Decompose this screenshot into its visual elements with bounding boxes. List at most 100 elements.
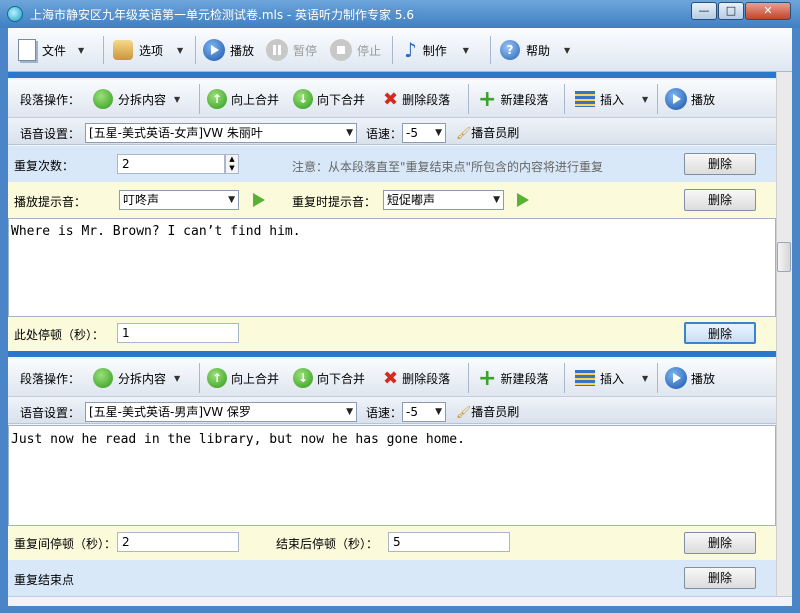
insert-label: 插入	[600, 371, 625, 386]
play-icon	[665, 88, 687, 110]
delete-button[interactable]: 删除	[684, 567, 756, 589]
pause-icon	[266, 39, 288, 61]
separator	[657, 84, 658, 114]
repeat-count-input[interactable]: 2	[117, 154, 225, 174]
chevron-down-icon: ▼	[493, 195, 500, 205]
minimize-button[interactable]: —	[691, 2, 717, 20]
delete-button[interactable]: 删除	[684, 189, 756, 211]
separator	[564, 363, 565, 393]
app-icon	[7, 6, 23, 22]
repeat-end-label: 重复结束点	[14, 573, 75, 587]
split-content-button[interactable]: 分拆内容 ▼	[93, 88, 180, 110]
insert-icon	[575, 91, 595, 107]
delete-x-icon: ✖	[383, 88, 399, 110]
menu-options-label: 选项	[139, 43, 164, 58]
speed-select-value: -5	[406, 405, 418, 419]
brush-icon: 🖌	[456, 126, 472, 140]
plus-icon: +	[478, 86, 497, 112]
delete-button[interactable]: 删除	[684, 153, 756, 175]
separator	[490, 36, 491, 64]
para-play-button[interactable]: 播放	[665, 367, 715, 389]
insert-button[interactable]: 插入 ▼	[575, 367, 648, 389]
merge-down-label: 向下合并	[317, 371, 366, 386]
merge-up-label: 向上合并	[231, 371, 280, 386]
repeat-count-spinner[interactable]: ▲ ▼	[225, 154, 239, 174]
pause-input[interactable]: 1	[117, 323, 239, 343]
merge-down-button[interactable]: ↓ 向下合并	[293, 88, 365, 110]
merge-up-label: 向上合并	[231, 92, 280, 107]
window-title: 上海市静安区九年级英语第一单元检测试卷.mls - 英语听力制作专家 5.6	[30, 8, 414, 22]
scrollbar-thumb[interactable]	[777, 242, 791, 272]
delete-button[interactable]: 删除	[684, 322, 756, 344]
stop-button[interactable]: 停止	[330, 36, 381, 64]
repeat-tone-select[interactable]: 短促嘟声 ▼	[383, 190, 504, 210]
voice-select[interactable]: [五星-美式英语-男声]VW 保罗 ▼	[85, 402, 357, 422]
speed-label: 语速：	[366, 127, 403, 141]
paragraph-text: Just now he read in the library, but now…	[11, 432, 465, 447]
separator	[564, 84, 565, 114]
voice-select[interactable]: [五星-美式英语-女声]VW 朱丽叶 ▼	[85, 123, 357, 143]
menu-options[interactable]: 选项 ▼	[113, 36, 183, 64]
pause-button[interactable]: 暂停	[266, 36, 317, 64]
chevron-down-icon: ▼	[177, 45, 184, 55]
chevron-down-icon: ▼	[346, 128, 353, 138]
chevron-down-icon: ▼	[78, 45, 85, 55]
delete-paragraph-button[interactable]: ✖ 删除段落	[383, 88, 450, 110]
play-button[interactable]: 播放	[203, 36, 254, 64]
file-icon	[18, 39, 36, 61]
chevron-down-icon: ▼	[174, 373, 181, 383]
maximize-button[interactable]: □	[718, 2, 744, 20]
split-icon	[93, 89, 113, 109]
stop-label: 停止	[357, 43, 382, 58]
paragraph-text: Where is Mr. Brown? I can’t find him.	[11, 224, 301, 239]
arrow-down-icon: ↓	[293, 368, 313, 388]
split-icon	[93, 368, 113, 388]
play-tone-preview-icon[interactable]	[253, 193, 265, 207]
split-content-button[interactable]: 分拆内容 ▼	[93, 367, 180, 389]
announcer-brush-button[interactable]: 🖌播音员刷	[456, 403, 519, 420]
separator	[199, 363, 200, 393]
separator	[195, 36, 196, 64]
speed-select-value: -5	[406, 126, 418, 140]
paragraph-op-label: 段落操作：	[20, 371, 81, 386]
vertical-scrollbar[interactable]	[776, 72, 792, 596]
merge-down-button[interactable]: ↓ 向下合并	[293, 367, 365, 389]
new-paragraph-button[interactable]: + 新建段落	[478, 365, 548, 391]
voice-select-value: [五星-美式英语-女声]VW 朱丽叶	[89, 126, 263, 140]
repeat-tone-preview-icon[interactable]	[517, 193, 529, 207]
repeat-count-label: 重复次数：	[14, 159, 75, 173]
brush-icon: 🖌	[456, 405, 472, 419]
paragraph-op-label: 段落操作：	[20, 92, 81, 107]
play-tone-value: 叮咚声	[123, 193, 160, 207]
announcer-brush-button[interactable]: 🖌播音员刷	[456, 124, 519, 141]
new-paragraph-button[interactable]: + 新建段落	[478, 86, 548, 112]
menu-file[interactable]: 文件 ▼	[18, 36, 84, 64]
delete-button[interactable]: 删除	[684, 532, 756, 554]
separator	[657, 363, 658, 393]
insert-button[interactable]: 插入 ▼	[575, 88, 648, 110]
merge-up-button[interactable]: ↑ 向上合并	[207, 367, 279, 389]
repeat-tone-label: 重复时提示音：	[292, 195, 377, 209]
delete-x-icon: ✖	[383, 367, 399, 389]
status-strip	[8, 596, 792, 606]
end-pause-label: 结束后停顿（秒）：	[276, 537, 379, 551]
options-icon	[113, 40, 133, 60]
close-button[interactable]: ✕	[745, 2, 791, 20]
menu-file-label: 文件	[42, 43, 67, 58]
repeat-note: 注意：从本段落直至"重复结束点"所包含的内容将进行重复	[292, 160, 604, 174]
plus-icon: +	[478, 365, 497, 391]
music-note-icon: ♪	[404, 38, 417, 62]
para-play-label: 播放	[691, 92, 716, 107]
play-tone-select[interactable]: 叮咚声 ▼	[119, 190, 239, 210]
repeat-pause-input[interactable]: 2	[117, 532, 239, 552]
para-play-button[interactable]: 播放	[665, 88, 715, 110]
end-pause-input[interactable]: 5	[388, 532, 510, 552]
chevron-down-icon: ▼	[642, 373, 649, 383]
speed-select[interactable]: -5 ▼	[402, 402, 446, 422]
menu-help[interactable]: ? 帮助 ▼	[500, 36, 570, 64]
menu-make[interactable]: ♪ 制作 ▼	[404, 36, 469, 64]
speed-select[interactable]: -5 ▼	[402, 123, 446, 143]
merge-up-button[interactable]: ↑ 向上合并	[207, 88, 279, 110]
chevron-down-icon: ▼	[228, 195, 235, 205]
delete-paragraph-button[interactable]: ✖ 删除段落	[383, 367, 450, 389]
